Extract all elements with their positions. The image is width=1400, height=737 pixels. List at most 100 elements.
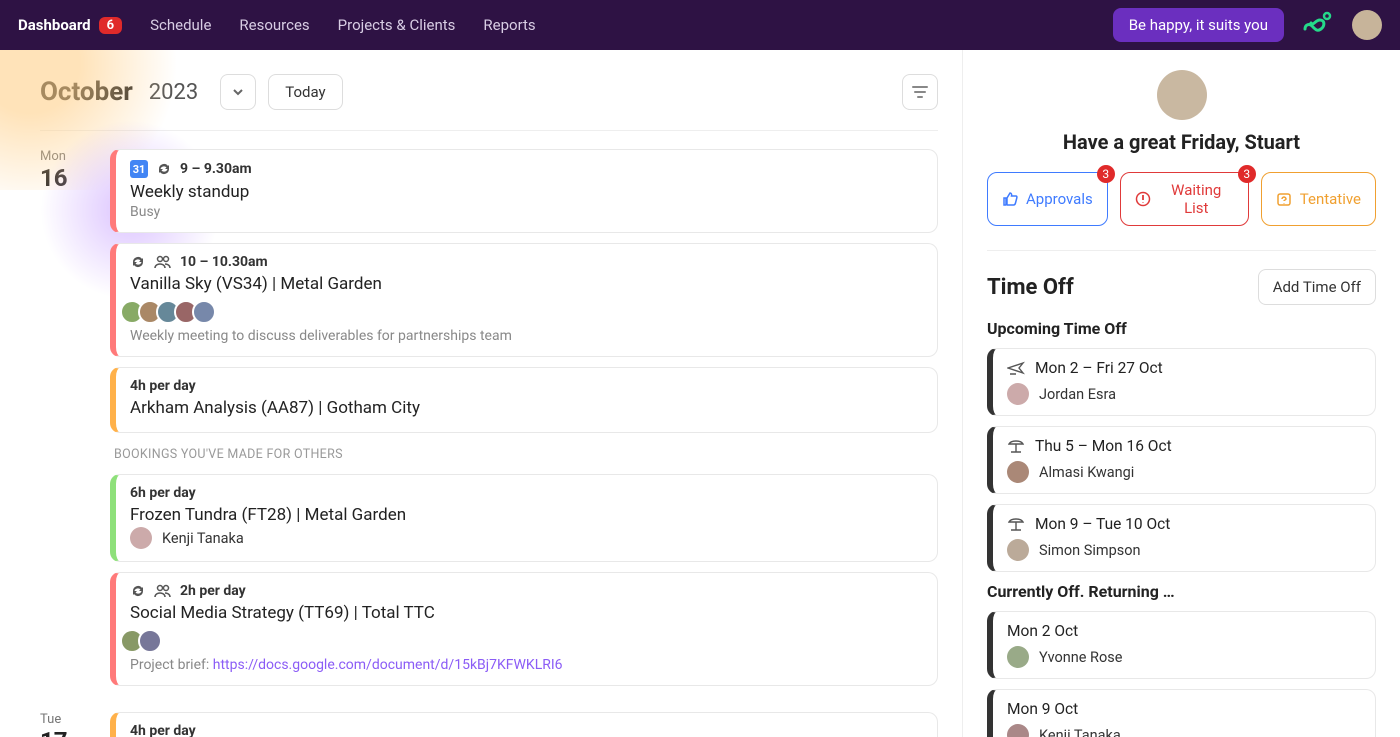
person-name: Kenji Tanaka [1039, 727, 1121, 737]
person-avatar [1007, 539, 1029, 561]
booking-title: Weekly standup [130, 182, 923, 202]
divider [987, 250, 1376, 251]
nav-projects-clients[interactable]: Projects & Clients [338, 16, 456, 34]
timeoff-range: Mon 9 Oct [1007, 700, 1078, 718]
waiting-list-pill[interactable]: Waiting List 3 [1120, 172, 1249, 226]
booking-title: Social Media Strategy (TT69) | Total TTC [130, 603, 923, 623]
booking-note: Project brief: https://docs.google.com/d… [130, 657, 923, 673]
gcal-icon: 31 [130, 160, 148, 178]
booking-title: Vanilla Sky (VS34) | Metal Garden [130, 274, 923, 294]
upcoming-time-off-head: Upcoming Time Off [987, 319, 1376, 338]
plane-icon [1007, 360, 1025, 376]
returning-head: Currently Off. Returning … [987, 582, 1376, 601]
timeoff-card[interactable]: Mon 9 Oct Kenji Tanaka [987, 689, 1376, 737]
timeoff-card[interactable]: Thu 5 – Mon 16 Oct Almasi Kwangi [987, 426, 1376, 494]
avatar[interactable] [1157, 70, 1207, 120]
booking-time: 9 – 9.30am [180, 161, 252, 177]
timeoff-card[interactable]: Mon 9 – Tue 10 Oct Simon Simpson [987, 504, 1376, 572]
nav-reports[interactable]: Reports [483, 16, 535, 34]
pill-badge: 3 [1238, 165, 1256, 183]
filter-icon [912, 85, 928, 99]
person-name: Yvonne Rose [1039, 649, 1122, 666]
pill-label: Tentative [1300, 190, 1361, 208]
timeoff-range: Mon 2 Oct [1007, 622, 1078, 640]
booking-card[interactable]: 4h per day Arkham Analysis (AA87) | Goth… [110, 712, 938, 737]
people-icon [154, 584, 172, 598]
cta-be-happy[interactable]: Be happy, it suits you [1113, 8, 1284, 42]
day-number: 16 [40, 164, 90, 192]
tentative-pill[interactable]: Tentative [1261, 172, 1376, 226]
calendar-question-icon [1276, 191, 1292, 207]
person-avatar [1007, 461, 1029, 483]
nav-resources[interactable]: Resources [239, 16, 309, 34]
nav-dashboard-badge: 6 [99, 17, 122, 34]
add-time-off-button[interactable]: Add Time Off [1258, 269, 1376, 305]
booking-note: Weekly meeting to discuss deliverables f… [130, 328, 923, 344]
pill-label: Approvals [1026, 190, 1093, 208]
booking-time: 4h per day [130, 723, 196, 737]
parasol-icon [1007, 438, 1025, 454]
person-avatar [1007, 383, 1029, 405]
nav-dashboard-label: Dashboard [18, 16, 91, 34]
filter-button[interactable] [902, 74, 938, 110]
divider [40, 130, 938, 131]
person-name: Simon Simpson [1039, 542, 1140, 559]
topbar: Dashboard 6 Schedule Resources Projects … [0, 0, 1400, 50]
recurring-icon [156, 161, 172, 177]
booking-card[interactable]: 4h per day Arkham Analysis (AA87) | Goth… [110, 367, 938, 433]
day-of-week: Mon [40, 149, 90, 164]
booking-card[interactable]: 31 9 – 9.30am Weekly standup Busy [110, 149, 938, 233]
person-avatar [130, 527, 152, 549]
sidebar: Have a great Friday, Stuart Approvals 3 … [962, 50, 1400, 737]
day-block: Tue 17 4h per day Arkham Analysis (AA87)… [40, 712, 938, 737]
approvals-pill[interactable]: Approvals 3 [987, 172, 1108, 226]
infinity-icon[interactable] [1302, 11, 1334, 39]
main: October 2023 Today Mon 16 31 [0, 50, 962, 737]
attendee-avatars [126, 300, 923, 324]
avatar[interactable] [1352, 10, 1382, 40]
chevron-down-icon [232, 86, 244, 98]
section-label: BOOKINGS YOU'VE MADE FOR OTHERS [114, 447, 938, 462]
recurring-icon [130, 583, 146, 599]
day-block: Mon 16 31 9 – 9.30am Weekly standup Busy [40, 149, 938, 686]
pill-badge: 3 [1097, 165, 1115, 183]
timeoff-card[interactable]: Mon 2 – Fri 27 Oct Jordan Esra [987, 348, 1376, 416]
timeoff-card[interactable]: Mon 2 Oct Yvonne Rose [987, 611, 1376, 679]
greeting: Have a great Friday, Stuart [987, 130, 1376, 154]
parasol-icon [1007, 516, 1025, 532]
timeoff-title: Time Off [987, 275, 1074, 300]
today-button[interactable]: Today [268, 74, 342, 110]
booking-time: 2h per day [180, 583, 246, 599]
booking-card[interactable]: 6h per day Frozen Tundra (FT28) | Metal … [110, 474, 938, 562]
person-avatar [1007, 646, 1029, 668]
person-name: Kenji Tanaka [162, 530, 244, 547]
pill-label: Waiting List [1159, 181, 1234, 217]
calendar-month: October [40, 77, 133, 107]
booking-sub: Busy [130, 204, 923, 220]
timeoff-range: Thu 5 – Mon 16 Oct [1035, 437, 1172, 455]
day-of-week: Tue [40, 712, 90, 727]
person-name: Almasi Kwangi [1039, 464, 1134, 481]
attendee-avatars [126, 629, 923, 653]
booking-time: 4h per day [130, 378, 196, 394]
calendar-year: 2023 [149, 80, 198, 105]
booking-card[interactable]: 10 – 10.30am Vanilla Sky (VS34) | Metal … [110, 243, 938, 357]
alert-icon [1135, 191, 1151, 207]
booking-time: 10 – 10.30am [180, 254, 268, 270]
day-number: 17 [40, 727, 90, 737]
brief-link[interactable]: https://docs.google.com/document/d/15kBj… [213, 657, 563, 673]
timeoff-range: Mon 2 – Fri 27 Oct [1035, 359, 1163, 377]
nav-schedule[interactable]: Schedule [150, 16, 211, 34]
nav-dashboard[interactable]: Dashboard 6 [18, 16, 122, 34]
person-avatar [1007, 724, 1029, 737]
booking-title: Frozen Tundra (FT28) | Metal Garden [130, 505, 923, 525]
recurring-icon [130, 254, 146, 270]
booking-time: 6h per day [130, 485, 196, 501]
booking-card[interactable]: 2h per day Social Media Strategy (TT69) … [110, 572, 938, 686]
people-icon [154, 255, 172, 269]
booking-title: Arkham Analysis (AA87) | Gotham City [130, 398, 923, 418]
month-dropdown[interactable] [220, 74, 256, 110]
thumbs-up-icon [1002, 191, 1018, 207]
person-name: Jordan Esra [1039, 386, 1116, 403]
timeoff-range: Mon 9 – Tue 10 Oct [1035, 515, 1170, 533]
